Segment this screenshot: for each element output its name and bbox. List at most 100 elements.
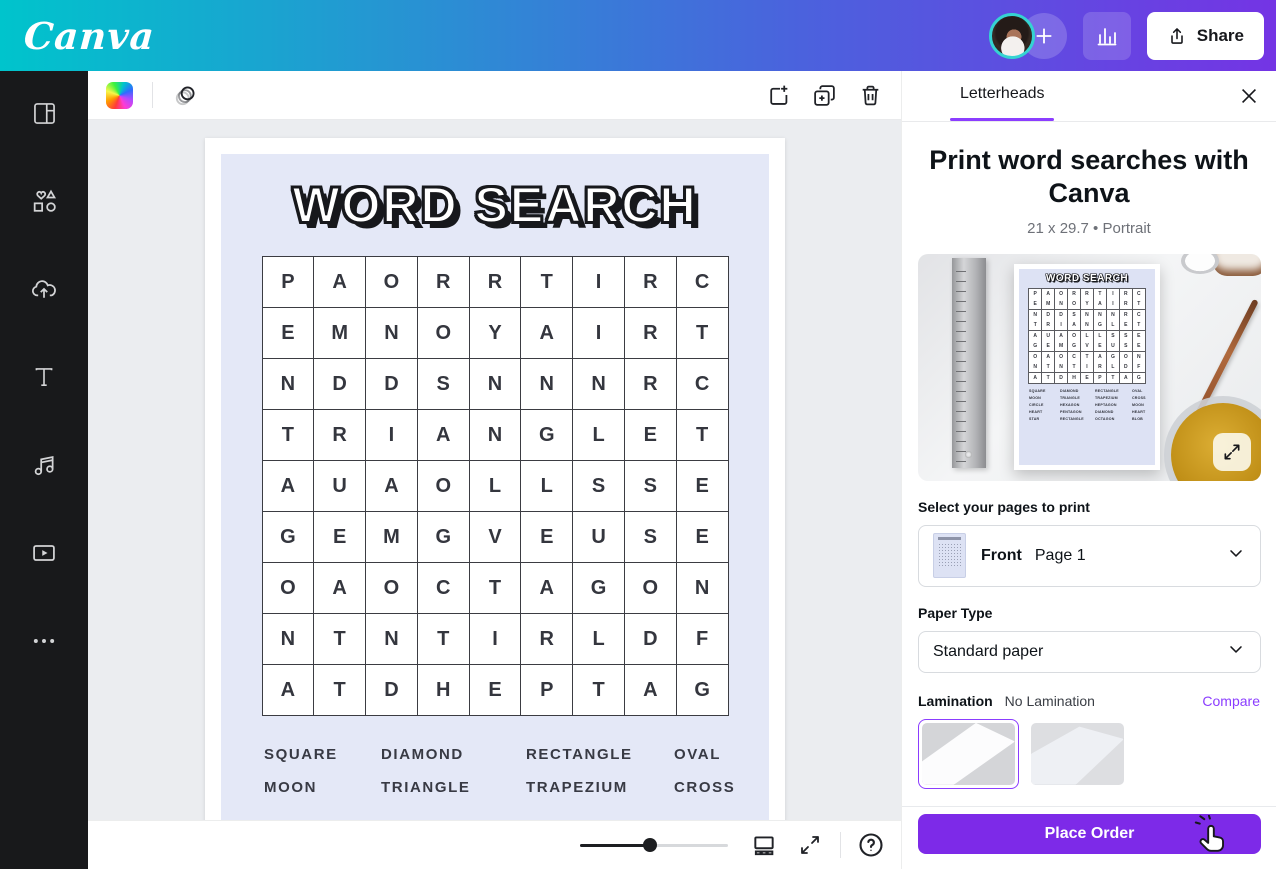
- puzzle-title: WORD SEARCH: [221, 176, 769, 234]
- grid-cell: U: [1107, 341, 1119, 351]
- grid-cell: T: [1094, 289, 1106, 299]
- fullscreen-expand-icon: [798, 833, 822, 857]
- word-item: HEXAGON: [1060, 403, 1095, 407]
- grid-cell: L: [573, 614, 624, 664]
- grid-cell: A: [625, 665, 676, 715]
- preview-page-background: WORD SEARCH PAORRTIRCEMNOYAIRTNDDSNNNRCT…: [1019, 269, 1155, 465]
- grid-cell: G: [573, 563, 624, 613]
- add-page-button[interactable]: [761, 78, 795, 112]
- canva-logo[interactable]: Canva: [22, 14, 156, 58]
- design-page[interactable]: WORD SEARCH PAORRTIRCEMNOYAIRTNDDSNNNRCT…: [205, 138, 785, 820]
- sidebar-item-more[interactable]: [16, 619, 72, 663]
- lamination-option-none[interactable]: [918, 719, 1019, 789]
- help-button[interactable]: [855, 829, 887, 861]
- word-item: SQUARE: [1029, 389, 1060, 393]
- text-icon: [31, 364, 57, 390]
- grid-cell: N: [1081, 310, 1093, 320]
- grid-cell: D: [1055, 310, 1067, 320]
- pages-select[interactable]: Front Page 1: [918, 525, 1261, 587]
- place-order-button[interactable]: Place Order: [918, 814, 1261, 854]
- lamination-option-glossy[interactable]: [1027, 719, 1128, 789]
- grid-cell: E: [521, 512, 572, 562]
- panel-heading: Print word searches with Canva: [918, 144, 1260, 210]
- word-item: RECTANGLE: [1060, 417, 1095, 421]
- grid-cell: G: [1107, 352, 1119, 362]
- grid-cell: G: [418, 512, 469, 562]
- share-upload-icon: [1167, 26, 1187, 46]
- grid-cell: I: [1107, 289, 1119, 299]
- grid-cell: G: [1029, 341, 1041, 351]
- canva-app: Canva Share: [0, 0, 1276, 869]
- pages-view-button[interactable]: [748, 829, 780, 861]
- sidebar-item-videos[interactable]: [16, 531, 72, 575]
- plus-icon: [1033, 25, 1055, 47]
- grid-cell: T: [1081, 352, 1093, 362]
- print-preview-image: WORD SEARCH PAORRTIRCEMNOYAIRTNDDSNNNRCT…: [918, 254, 1261, 481]
- share-button[interactable]: Share: [1147, 12, 1264, 60]
- tab-active-underline: [950, 118, 1054, 121]
- animate-button[interactable]: [169, 78, 203, 112]
- grid-cell: I: [1055, 320, 1067, 330]
- grid-cell: P: [1029, 289, 1041, 299]
- grid-cell: G: [1133, 373, 1145, 383]
- zoom-slider[interactable]: [580, 838, 728, 852]
- grid-cell: O: [625, 563, 676, 613]
- sidebar-item-text[interactable]: [16, 355, 72, 399]
- grid-cell: N: [366, 308, 417, 358]
- glossy-lamination-swatch-image: [1031, 723, 1124, 785]
- word-item: PENTAGON: [1060, 410, 1095, 414]
- grid-cell: A: [314, 257, 365, 307]
- grid-cell: V: [1081, 341, 1093, 351]
- grid-cell: N: [1107, 310, 1119, 320]
- grid-cell: D: [625, 614, 676, 664]
- grid-cell: E: [677, 512, 728, 562]
- grid-cell: N: [521, 359, 572, 409]
- animate-icon: [173, 82, 199, 108]
- chevron-down-icon: [1226, 543, 1246, 563]
- sidebar-item-audio[interactable]: [16, 443, 72, 487]
- zoom-slider-thumb[interactable]: [643, 838, 657, 852]
- sidebar-item-elements[interactable]: [16, 179, 72, 223]
- topbar-actions: Share: [989, 12, 1264, 60]
- grid-cell: N: [1029, 362, 1041, 372]
- background-color-button[interactable]: [102, 78, 136, 112]
- grid-cell: E: [1120, 320, 1132, 330]
- insights-button[interactable]: [1083, 12, 1131, 60]
- add-page-icon: [766, 83, 791, 108]
- fullscreen-button[interactable]: [794, 829, 826, 861]
- grid-cell: A: [366, 461, 417, 511]
- word-item: DIAMOND: [1060, 389, 1095, 393]
- close-panel-button[interactable]: [1236, 84, 1262, 110]
- duplicate-page-button[interactable]: [807, 78, 841, 112]
- grid-cell: A: [1120, 373, 1132, 383]
- sidebar-item-uploads[interactable]: [16, 267, 72, 311]
- ruler-prop: [952, 258, 986, 468]
- grid-cell: Y: [470, 308, 521, 358]
- avatar[interactable]: [989, 13, 1035, 59]
- word-item: CROSS: [1132, 396, 1151, 400]
- page-number-label: Page 1: [1035, 547, 1086, 565]
- chevron-down-icon: [1226, 639, 1246, 659]
- grid-cell: O: [1029, 352, 1041, 362]
- paper-type-select[interactable]: Standard paper: [918, 631, 1261, 673]
- grid-cell: I: [573, 308, 624, 358]
- tab-letterheads[interactable]: Letterheads: [960, 85, 1045, 103]
- word-item: HEART: [1132, 410, 1151, 414]
- grid-cell: L: [1107, 362, 1119, 372]
- grid-cell: T: [677, 410, 728, 460]
- grid-cell: R: [625, 359, 676, 409]
- share-label: Share: [1197, 26, 1244, 46]
- design-canvas[interactable]: WORD SEARCH PAORRTIRCEMNOYAIRTNDDSNNNRCT…: [88, 120, 901, 820]
- cloud-upload-icon: [30, 275, 58, 303]
- expand-preview-button[interactable]: [1213, 433, 1251, 471]
- grid-cell: M: [1055, 341, 1067, 351]
- grid-cell: U: [1042, 331, 1054, 341]
- sidebar-item-design[interactable]: [16, 91, 72, 135]
- grid-cell: E: [1042, 341, 1054, 351]
- grid-cell: S: [418, 359, 469, 409]
- compare-link[interactable]: Compare: [1202, 693, 1260, 709]
- grid-cell: R: [1081, 289, 1093, 299]
- grid-cell: N: [1094, 310, 1106, 320]
- delete-page-button[interactable]: [853, 78, 887, 112]
- color-tile-icon: [106, 82, 133, 109]
